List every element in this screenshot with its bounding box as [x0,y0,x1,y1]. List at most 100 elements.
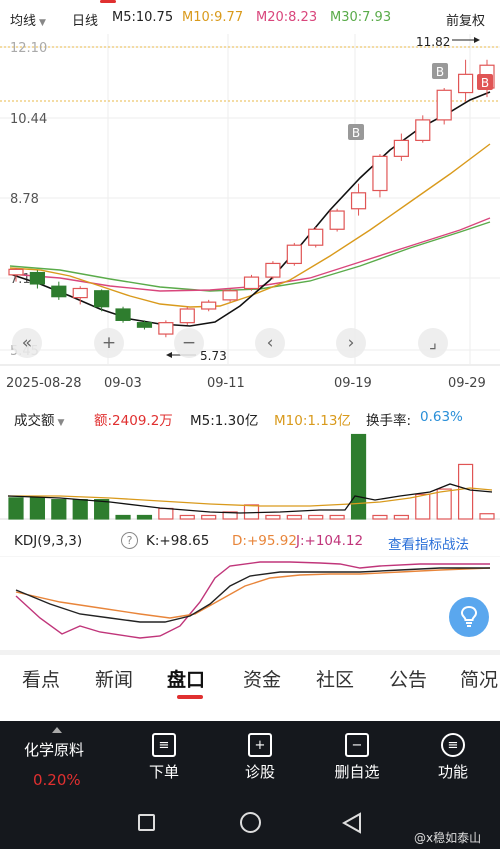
shrink-button[interactable]: « [12,328,42,358]
volume-bar [72,499,88,520]
candle-body [350,192,367,210]
minus-box-icon: − [345,733,369,757]
volume-bar [479,513,495,520]
volume-bar [29,497,46,520]
dropdown-caret-icon: ▼ [39,18,46,28]
volume-select[interactable]: 成交额 ▼ [14,409,64,429]
volume-header: 成交额 ▼ 额:2409.2万 M5:1.30亿 M10:1.13亿 换手率: 0… [0,402,500,430]
diagnose-button[interactable]: + 诊股 [238,731,282,782]
tab-community[interactable]: 社区 [316,665,354,692]
low-price-label: 5.73 [200,349,227,363]
zoom-out-button[interactable]: − [174,328,204,358]
ma20-value: M20:8.23 [256,10,318,25]
volume-bar [136,514,153,520]
buy-signal-3: B [477,74,493,90]
tab-news[interactable]: 新闻 [95,665,133,692]
candle-body [179,308,195,324]
volume-bar [457,463,474,520]
adjust-mode[interactable]: 前复权 [446,10,485,29]
sector-change: 0.20% [33,771,81,789]
kdj-j-line [15,561,490,639]
lightbulb-icon[interactable] [449,597,489,637]
help-icon[interactable]: ? [121,532,138,549]
indicator-select[interactable]: 均线 ▼ [10,10,46,29]
fullscreen-button[interactable]: ⌟ [418,328,448,358]
price-grid [0,34,500,364]
date-label-2: 09-03 [104,376,142,391]
remove-watchlist-label: 删自选 [334,763,380,781]
zoom-in-button[interactable]: + [94,328,124,358]
candle-body [158,322,174,335]
menu-circle-icon: ≡ [441,733,465,757]
candle-body [8,268,24,276]
indicator-strategy-link[interactable]: 查看指标战法 [388,533,469,553]
candle-body [286,244,302,265]
recent-apps-icon[interactable] [138,814,155,831]
volume-bar [51,499,67,520]
ma30-value: M30:7.93 [330,10,392,25]
dropdown-caret-icon: ▼ [57,418,65,428]
volume-m5: M5:1.30亿 [190,413,259,429]
kdj-header: KDJ(9,3,3) ? K:+98.65 D:+95.92 J:+104.12… [0,528,500,556]
volume-bar [372,514,388,520]
active-marker [100,0,116,3]
home-icon[interactable] [240,812,261,833]
volume-bar [115,514,131,520]
volume-bar [94,499,110,520]
turnover-value: 0.63% [420,409,463,425]
tab-content-spacer [0,703,500,721]
functions-button[interactable]: ≡ 功能 [431,731,475,782]
candle-body [94,290,110,308]
bottom-action-panel: 化学原料 0.20% ≡ 下单 + 诊股 − 删自选 ≡ 功能 @x稳如泰山 [0,721,500,849]
period-label[interactable]: 日线 [72,10,98,29]
candle-body [265,262,281,278]
volume-bar [8,497,24,520]
kdj-k-line [15,567,490,623]
candle-body [29,271,46,285]
volume-select-label: 成交额 [14,413,55,429]
date-label-4: 09-19 [334,376,372,391]
candle-body [457,73,474,94]
volume-bar [179,514,195,520]
sector-name[interactable]: 化学原料 [24,739,84,760]
kdj-label[interactable]: KDJ(9,3,3) [14,533,82,549]
tab-funds[interactable]: 资金 [243,665,281,692]
candle-body [415,119,431,142]
volume-m10: M10:1.13亿 [274,413,351,429]
document-icon: ≡ [152,733,176,757]
next-button[interactable]: › [336,328,366,358]
kdj-chart [0,556,500,639]
remove-watchlist-button[interactable]: − 删自选 [327,731,387,782]
volume-bar [158,507,174,520]
back-icon[interactable] [342,812,362,834]
candle-body [72,287,88,299]
turnover-label: 换手率: [366,413,412,429]
ma5-value: M5:10.75 [112,10,174,25]
volume-bars [8,433,495,520]
date-label-5: 09-29 [448,376,486,391]
prev-button[interactable]: ‹ [255,328,285,358]
candle-body [51,285,67,298]
detail-tabs: 看点 新闻 盘口 资金 社区 公告 简况 [0,655,500,703]
candle-body [222,290,238,301]
chevron-up-icon[interactable] [52,727,62,733]
order-label: 下单 [148,763,179,781]
tab-highlights[interactable]: 看点 [22,665,60,692]
order-button[interactable]: ≡ 下单 [142,731,186,782]
candle-body [436,89,452,121]
high-price-label: 11.82 [416,35,450,49]
tab-order-book[interactable]: 盘口 [167,665,205,692]
volume-bar [265,514,281,520]
kdj-j-value: J:+104.12 [296,533,364,549]
volume-bar [436,488,452,520]
ma10-value: M10:9.77 [182,10,244,25]
volume-bar [415,493,431,520]
volume-bar [201,514,217,520]
high-arrow-icon [452,37,480,43]
buy-signal-1-label: B [352,126,360,140]
price-label-3: 8.78 [10,192,39,207]
tab-announcements[interactable]: 公告 [389,665,427,692]
volume-bar [350,433,367,520]
tab-profile[interactable]: 简况 [460,665,500,692]
candle-body [201,301,217,310]
